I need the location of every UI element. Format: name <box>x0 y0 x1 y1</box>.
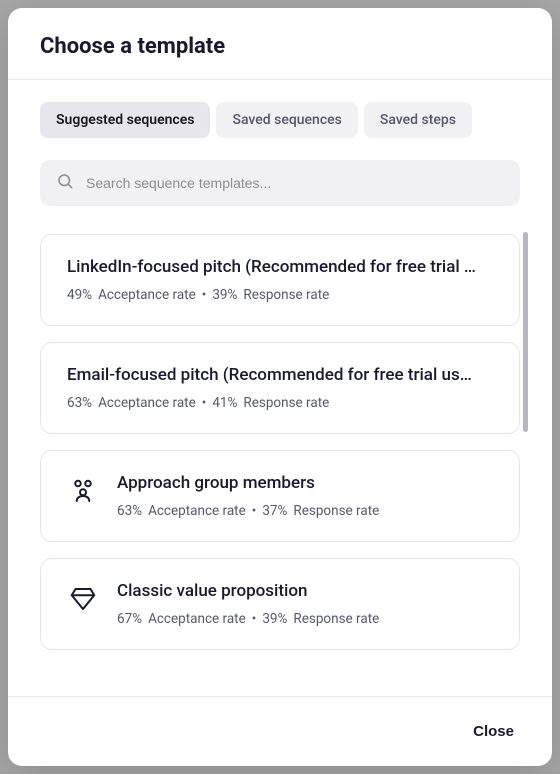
template-main: Classic value proposition 67% Acceptance… <box>117 581 493 627</box>
acceptance-label: Acceptance rate <box>98 287 196 303</box>
template-title: Email-focused pitch (Recommended for fre… <box>67 365 493 385</box>
search-field[interactable] <box>40 160 520 206</box>
template-main: LinkedIn-focused pitch (Recommended for … <box>67 257 493 303</box>
template-title: LinkedIn-focused pitch (Recommended for … <box>67 257 493 277</box>
search-icon <box>56 172 74 194</box>
acceptance-pct: 63% <box>67 395 92 411</box>
template-stats: 63% Acceptance rate • 37% Response rate <box>117 503 493 519</box>
modal-title: Choose a template <box>40 34 520 59</box>
diamond-icon <box>67 583 99 615</box>
choose-template-modal: Choose a template Suggested sequences Sa… <box>8 8 552 766</box>
modal-body: Suggested sequences Saved sequences Save… <box>8 80 552 696</box>
tab-saved-steps[interactable]: Saved steps <box>364 102 472 138</box>
separator-dot: • <box>252 611 257 627</box>
acceptance-label: Acceptance rate <box>148 503 246 519</box>
template-title: Classic value proposition <box>117 581 493 601</box>
response-label: Response rate <box>293 611 379 627</box>
acceptance-label: Acceptance rate <box>148 611 246 627</box>
response-pct: 37% <box>262 503 287 519</box>
template-stats: 49% Acceptance rate • 39% Response rate <box>67 287 493 303</box>
response-label: Response rate <box>293 503 379 519</box>
template-stats: 67% Acceptance rate • 39% Response rate <box>117 611 493 627</box>
separator-dot: • <box>202 287 207 303</box>
separator-dot: • <box>252 503 257 519</box>
response-label: Response rate <box>243 287 329 303</box>
response-pct: 39% <box>212 287 237 303</box>
modal-header: Choose a template <box>8 8 552 80</box>
response-label: Response rate <box>243 395 329 411</box>
template-title: Approach group members <box>117 473 493 493</box>
response-pct: 41% <box>212 395 237 411</box>
template-card[interactable]: LinkedIn-focused pitch (Recommended for … <box>40 234 520 326</box>
close-button[interactable]: Close <box>467 715 520 748</box>
template-main: Approach group members 63% Acceptance ra… <box>117 473 493 519</box>
search-input[interactable] <box>86 175 504 191</box>
modal-footer: Close <box>8 696 552 766</box>
template-card[interactable]: Email-focused pitch (Recommended for fre… <box>40 342 520 434</box>
tabs: Suggested sequences Saved sequences Save… <box>40 102 520 138</box>
response-pct: 39% <box>262 611 287 627</box>
modal-backdrop: Choose a template Suggested sequences Sa… <box>0 0 560 774</box>
acceptance-pct: 49% <box>67 287 92 303</box>
template-card[interactable]: Classic value proposition 67% Acceptance… <box>40 558 520 650</box>
tab-saved-sequences[interactable]: Saved sequences <box>216 102 357 138</box>
separator-dot: • <box>202 395 207 411</box>
acceptance-pct: 67% <box>117 611 142 627</box>
template-main: Email-focused pitch (Recommended for fre… <box>67 365 493 411</box>
group-icon <box>67 475 99 507</box>
acceptance-pct: 63% <box>117 503 142 519</box>
acceptance-label: Acceptance rate <box>98 395 196 411</box>
tab-suggested-sequences[interactable]: Suggested sequences <box>40 102 210 138</box>
scrollbar-thumb[interactable] <box>523 232 528 432</box>
template-list[interactable]: LinkedIn-focused pitch (Recommended for … <box>40 234 520 650</box>
template-card[interactable]: Approach group members 63% Acceptance ra… <box>40 450 520 542</box>
template-stats: 63% Acceptance rate • 41% Response rate <box>67 395 493 411</box>
